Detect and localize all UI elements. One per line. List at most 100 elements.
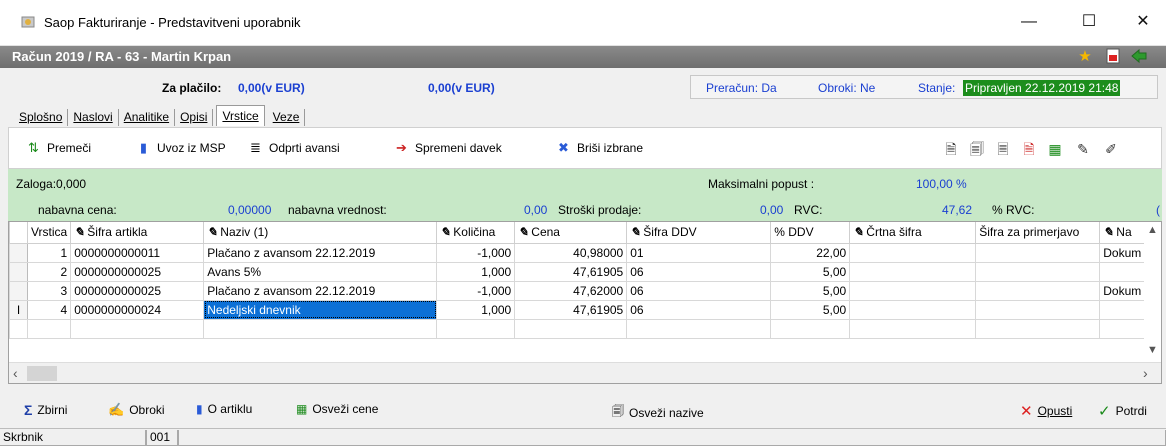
zbirni-button[interactable]: Σ Zbirni	[24, 402, 67, 418]
cell-ddv[interactable]: 5,00	[770, 299, 851, 320]
cell-primerjava[interactable]	[975, 261, 1101, 282]
cell-sifra-ddv[interactable]: 06	[626, 280, 772, 301]
cell-crtna[interactable]	[849, 280, 977, 301]
table-row[interactable]: 2 0000000000025 Avans 5% 1,000 47,61905 06 5,0…	[9, 261, 1161, 282]
table-row[interactable]: 1 0000000000011 Plačano z avansom 22.12.20…	[9, 242, 1161, 263]
row-indicator[interactable]	[9, 280, 28, 301]
cell-sifra-ddv[interactable]: 06	[626, 261, 772, 282]
table-row-empty	[9, 318, 1161, 339]
scroll-right-icon[interactable]: ›	[1143, 365, 1148, 381]
tab-analitike[interactable]: Analitike	[119, 109, 176, 126]
tab-veze[interactable]: Veze	[268, 109, 306, 126]
osvezi-nazive-label: Osveži nazive	[629, 405, 704, 420]
scroll-up-icon[interactable]: ▲	[1147, 224, 1158, 236]
o-artiklu-button[interactable]: ▮ O artiklu	[196, 402, 252, 416]
cell-kolicina[interactable]: -1,000	[436, 280, 516, 301]
cell-naziv[interactable]: Plačano z avansom 22.12.2019	[203, 242, 438, 263]
potrdi-button[interactable]: ✓ Potrdi	[1098, 402, 1147, 420]
tab-opisi[interactable]: Opisi	[175, 109, 214, 126]
tab-splosno[interactable]: Splošno	[14, 109, 69, 126]
document-details-icon[interactable]: 🗏	[993, 139, 1013, 159]
col-kolicina[interactable]: ✎ Količina	[436, 222, 516, 244]
star-icon[interactable]: ★	[1076, 48, 1094, 66]
maximize-button[interactable]: ☐	[1074, 10, 1104, 34]
cell-cena[interactable]: 47,61905	[514, 299, 628, 320]
odprti-avansi-button[interactable]: ≣ Odprti avansi	[247, 140, 340, 155]
cell-cena[interactable]: 40,98000	[514, 242, 628, 263]
col-naziv-label: Naziv (1)	[220, 225, 269, 240]
cell-naziv[interactable]: Plačano z avansom 22.12.2019	[203, 280, 438, 301]
title-bar: Saop Fakturiranje - Predstavitveni upora…	[0, 0, 1166, 46]
cell-primerjava[interactable]	[975, 299, 1101, 320]
osvezi-nazive-button[interactable]: 🗐 Osveži nazive	[612, 402, 704, 423]
scroll-down-icon[interactable]: ▼	[1147, 344, 1158, 356]
new-document-icon[interactable]: 🗎	[941, 139, 961, 159]
cell-primerjava[interactable]	[975, 242, 1101, 263]
col-naziv[interactable]: ✎ Naziv (1)	[203, 222, 438, 244]
copy-document-icon[interactable]: 🗐	[967, 139, 987, 159]
spremeni-davek-button[interactable]: ➔ Spremeni davek	[393, 140, 502, 155]
horizontal-scrollbar[interactable]: ‹ ›	[9, 362, 1161, 383]
cell-naziv[interactable]: Avans 5%	[203, 261, 438, 282]
calendar-icon[interactable]: ▦	[1045, 139, 1065, 159]
pdf-icon[interactable]	[1104, 48, 1122, 66]
cell-vrstica[interactable]: 4	[26, 299, 72, 320]
brisi-button[interactable]: ✖ Briši izbrane	[555, 140, 643, 155]
cell-kolicina[interactable]: -1,000	[436, 242, 516, 263]
row-indicator[interactable]	[9, 242, 28, 263]
edit-multiple-icon[interactable]: ✐	[1101, 139, 1121, 159]
cell-sifra[interactable]: 0000000000011	[70, 242, 205, 263]
cell-empty	[70, 318, 205, 339]
uvoz-button[interactable]: ▮ Uvoz iz MSP	[135, 140, 226, 155]
col-vrstica[interactable]: Vrstica	[26, 222, 72, 244]
cell-ddv[interactable]: 5,00	[770, 280, 851, 301]
cell-crtna[interactable]	[849, 299, 977, 320]
opusti-button[interactable]: ✕ Opusti	[1020, 402, 1072, 420]
row-indicator[interactable]: I	[9, 299, 28, 320]
col-cena[interactable]: ✎ Cena	[514, 222, 628, 244]
close-button[interactable]: ✕	[1128, 10, 1158, 34]
cell-vrstica[interactable]: 2	[26, 261, 72, 282]
exit-icon[interactable]	[1130, 48, 1148, 66]
cell-sifra[interactable]: 0000000000025	[70, 280, 205, 301]
table-row[interactable]: 3 0000000000025 Plačano z avansom 22.12.20…	[9, 280, 1161, 301]
cell-primerjava[interactable]	[975, 280, 1101, 301]
info-panel: Zaloga:0,000 Maksimalni popust : 100,00 …	[8, 169, 1162, 221]
horizontal-scroll-thumb[interactable]	[27, 366, 57, 381]
cell-sifra[interactable]: 0000000000025	[70, 261, 205, 282]
cell-sifra-ddv[interactable]: 06	[626, 299, 772, 320]
premeci-button[interactable]: ⇅ Premeči	[25, 140, 91, 155]
osvezi-cene-button[interactable]: ▦ Osveži cene	[296, 402, 378, 416]
cell-crtna[interactable]	[849, 261, 977, 282]
minimize-button[interactable]: —	[1014, 10, 1044, 34]
row-indicator[interactable]	[9, 261, 28, 282]
cell-vrstica[interactable]: 3	[26, 280, 72, 301]
col-sifra-artikla[interactable]: ✎ Šifra artikla	[70, 222, 205, 244]
cell-naziv[interactable]: Nedeljski dnevnik	[203, 299, 438, 320]
stanje-value: Pripravljen 22.12.2019 21:48	[963, 80, 1121, 96]
cell-ddv[interactable]: 5,00	[770, 261, 851, 282]
cell-vrstica[interactable]: 1	[26, 242, 72, 263]
table-row[interactable]: I 4 0000000000024 Nedeljski dnevnik 1,000 47,…	[9, 299, 1161, 320]
obroki-button[interactable]: ✍ Obroki	[108, 402, 165, 418]
cell-crtna[interactable]	[849, 242, 977, 263]
col-ddv[interactable]: % DDV	[770, 222, 851, 244]
cell-cena[interactable]: 47,61905	[514, 261, 628, 282]
tab-naslovi[interactable]: Naslovi	[68, 109, 119, 126]
edit-icon[interactable]: ✎	[1073, 139, 1093, 159]
cell-sifra[interactable]: 0000000000024	[70, 299, 205, 320]
cell-kolicina[interactable]: 1,000	[436, 299, 516, 320]
pencil-icon: ✎	[518, 225, 529, 240]
vertical-scrollbar[interactable]: ▲ ▼	[1144, 222, 1161, 362]
col-sifra-primerjava[interactable]: Šifra za primerjavo	[975, 222, 1101, 244]
document-red-icon[interactable]: 🗎	[1019, 139, 1039, 159]
delete-rows-icon: ✖	[558, 140, 569, 155]
tab-vrstice[interactable]: Vrstice	[216, 105, 265, 126]
col-sifra-ddv[interactable]: ✎ Šifra DDV	[626, 222, 772, 244]
cell-cena[interactable]: 47,62000	[514, 280, 628, 301]
scroll-left-icon[interactable]: ‹	[13, 365, 18, 381]
col-crtna-sifra[interactable]: ✎ Črtna šifra	[849, 222, 977, 244]
cell-kolicina[interactable]: 1,000	[436, 261, 516, 282]
cell-sifra-ddv[interactable]: 01	[626, 242, 772, 263]
cell-ddv[interactable]: 22,00	[770, 242, 851, 263]
